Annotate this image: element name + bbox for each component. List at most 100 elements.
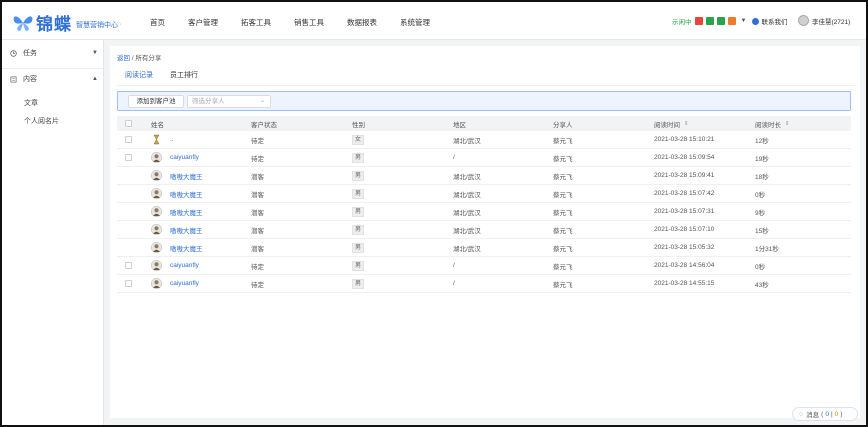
table-row[interactable]: caiyuanfly 待定 男 / 蔡元飞 2021-03-28 14:56:04 0秒 <box>117 257 851 275</box>
gender-tag: 男 <box>352 242 365 253</box>
cell-status: 潜客 <box>251 245 264 253</box>
table-row[interactable]: 嗷嗷大魔王 潜客 男 湖北/武汉 蔡元飞 2021-03-28 15:07:10 15秒 <box>117 221 851 239</box>
cell-read-time: 2021-03-28 15:09:54 <box>654 154 715 161</box>
app-window: 锦蝶 智慧营销中心 · 首页 客户管理 拓客工具 销售工具 数据报表 系统管理 … <box>0 0 868 427</box>
row-checkbox[interactable] <box>125 280 132 287</box>
messages-open-paren: ( <box>821 410 824 418</box>
table-row[interactable]: 嗷嗷大魔王 潜客 男 湖北/武汉 蔡元飞 2021-03-28 15:07:42 0秒 <box>117 185 851 203</box>
orange-status-icon[interactable] <box>727 17 736 25</box>
sidebar-item-articles[interactable]: 文章 <box>24 98 38 108</box>
main-panel: 返回 / 所有分享 阅读记录 员工排行 添加到客户池 筛选分享人 ⌄ 姓名 客户… <box>110 46 860 418</box>
cell-read-duration: 43秒 <box>755 281 769 289</box>
messages-count-b: 0 <box>834 410 839 418</box>
cell-region: / <box>453 154 455 161</box>
chevron-down-icon[interactable]: ▼ <box>741 18 747 24</box>
tab-divider <box>117 85 855 86</box>
user-avatar-icon <box>150 223 163 236</box>
nav-item-system[interactable]: 系统管理 <box>400 17 430 28</box>
cell-name: 嗷嗷大魔王 <box>150 185 203 202</box>
agent-status[interactable]: 示闲中 <box>672 16 692 26</box>
chevron-down-icon: ⌄ <box>259 98 265 104</box>
row-checkbox[interactable] <box>125 154 132 161</box>
sort-icon: ⇕ <box>785 120 790 127</box>
nav-item-reports[interactable]: 数据报表 <box>347 17 377 28</box>
customer-name-link[interactable]: caiyuanfly <box>170 262 199 269</box>
cell-read-time: 2021-03-28 14:55:15 <box>654 280 715 287</box>
tab-employee-ranking[interactable]: 员工排行 <box>170 70 198 86</box>
user-avatar-icon <box>150 151 163 164</box>
cell-read-duration: 15秒 <box>755 227 769 235</box>
top-right-tools: 示闲中 ▼ 联系我们 <box>672 16 787 26</box>
customer-name-link[interactable]: .. <box>170 136 174 143</box>
customer-name-link[interactable]: 嗷嗷大魔王 <box>170 225 203 235</box>
gender-tag: 男 <box>352 152 365 163</box>
cell-gender: 男 <box>352 221 365 238</box>
customer-name-link[interactable]: 嗷嗷大魔王 <box>170 207 203 217</box>
table-row[interactable]: .. 待定 女 湖北/武汉 蔡元飞 2021-03-28 15:10:21 12秒 <box>117 131 851 149</box>
cell-sharer: 蔡元飞 <box>553 209 573 217</box>
cell-status: 潜客 <box>251 191 264 199</box>
nav-item-sales-tools[interactable]: 销售工具 <box>294 17 324 28</box>
tab-read-records[interactable]: 阅读记录 <box>125 70 153 86</box>
table-row[interactable]: caiyuanfly 待定 男 / 蔡元飞 2021-03-28 14:55:15 43秒 <box>117 275 851 293</box>
content-icon <box>10 76 17 82</box>
customer-name-link[interactable]: 嗷嗷大魔王 <box>170 243 203 253</box>
butterfly-logo-icon <box>13 15 33 31</box>
user-avatar-icon <box>150 259 163 272</box>
table-body: .. 待定女湖北/武汉 蔡元飞 2021-03-28 15:10:21 12秒 caiyu… <box>117 131 851 293</box>
cell-gender: 男 <box>352 149 365 166</box>
nav-item-prospecting[interactable]: 拓客工具 <box>241 17 271 28</box>
user-avatar-icon <box>150 277 163 290</box>
sidebar-group-content[interactable]: 内容 ▲ <box>10 74 98 84</box>
hourglass-avatar-icon <box>151 134 162 145</box>
row-checkbox[interactable] <box>125 262 132 269</box>
gender-tag: 男 <box>352 278 365 289</box>
cell-gender: 男 <box>352 185 365 202</box>
user-menu[interactable]: 李佳慧(2721) <box>798 15 850 26</box>
cell-status: 待定 <box>251 137 264 145</box>
cell-read-duration: 12秒 <box>755 137 769 145</box>
sharer-filter-select[interactable]: 筛选分享人 ⌄ <box>187 95 271 108</box>
cell-read-duration: 0秒 <box>755 191 766 199</box>
cell-read-duration: 0秒 <box>755 263 766 271</box>
row-checkbox[interactable] <box>125 136 132 143</box>
customer-name-link[interactable]: caiyuanfly <box>170 154 199 161</box>
cell-region: 湖北/武汉 <box>453 173 481 181</box>
select-all-checkbox[interactable] <box>125 120 132 127</box>
table-row[interactable]: 嗷嗷大魔王 潜客 男 湖北/武汉 蔡元飞 2021-03-28 15:05:32 1分31秒 <box>117 239 851 257</box>
table-header: 姓名 客户状态 性别 地区 分享人 阅读时间 ⇕ 阅读时长 ⇕ <box>117 116 851 131</box>
table-row[interactable]: caiyuanfly 待定 男 / 蔡元飞 2021-03-28 15:09:54 19秒 <box>117 149 851 167</box>
contact-us-link[interactable]: 联系我们 <box>752 16 787 26</box>
red-status-icon[interactable] <box>694 17 703 25</box>
col-read-time-label: 阅读时间 <box>654 121 680 129</box>
nav-item-home[interactable]: 首页 <box>150 17 165 28</box>
cell-read-time: 2021-03-28 15:07:31 <box>654 208 715 215</box>
green-status-icon[interactable] <box>705 17 714 25</box>
brand-logo[interactable]: 锦蝶 智慧营销中心 · <box>12 10 121 35</box>
green-status-icon-2[interactable] <box>716 17 725 25</box>
col-read-time[interactable]: 阅读时间 ⇕ <box>654 116 689 131</box>
nav-item-customers[interactable]: 客户管理 <box>188 17 218 28</box>
cell-name: 嗷嗷大魔王 <box>150 221 203 238</box>
top-navbar: 锦蝶 智慧营销中心 · 首页 客户管理 拓客工具 销售工具 数据报表 系统管理 … <box>2 2 866 40</box>
breadcrumb-current: 所有分享 <box>135 55 162 62</box>
customer-name-link[interactable]: caiyuanfly <box>170 280 199 287</box>
customer-name-link[interactable]: 嗷嗷大魔王 <box>170 189 203 199</box>
table-row[interactable]: 嗷嗷大魔王 潜客 男 湖北/武汉 蔡元飞 2021-03-28 15:09:41 18秒 <box>117 167 851 185</box>
messages-widget[interactable]: ◌ 消息 ( 0 | 0 ) <box>792 407 858 421</box>
col-status: 客户状态 <box>251 121 277 129</box>
cell-read-duration: 18秒 <box>755 173 769 181</box>
sidebar-item-business-card[interactable]: 个人阅名片 <box>24 116 59 126</box>
customer-name-link[interactable]: 嗷嗷大魔王 <box>170 171 203 181</box>
cell-region: 湖北/武汉 <box>453 209 481 217</box>
col-region: 地区 <box>453 121 466 129</box>
col-read-duration[interactable]: 阅读时长 ⇕ <box>755 116 790 131</box>
breadcrumb: 返回 / 所有分享 <box>117 52 161 62</box>
sidebar-group-label: 内容 <box>23 76 37 83</box>
breadcrumb-back-link[interactable]: 返回 <box>117 55 130 62</box>
add-to-customer-pool-button[interactable]: 添加到客户池 <box>128 95 184 108</box>
cell-region: 湖北/武汉 <box>453 191 481 199</box>
table-row[interactable]: 嗷嗷大魔王 潜客 男 湖北/武汉 蔡元飞 2021-03-28 15:07:31 9秒 <box>117 203 851 221</box>
sidebar-group-task[interactable]: 任务 ▼ <box>10 48 98 58</box>
cell-region: 湖北/武汉 <box>453 227 481 235</box>
